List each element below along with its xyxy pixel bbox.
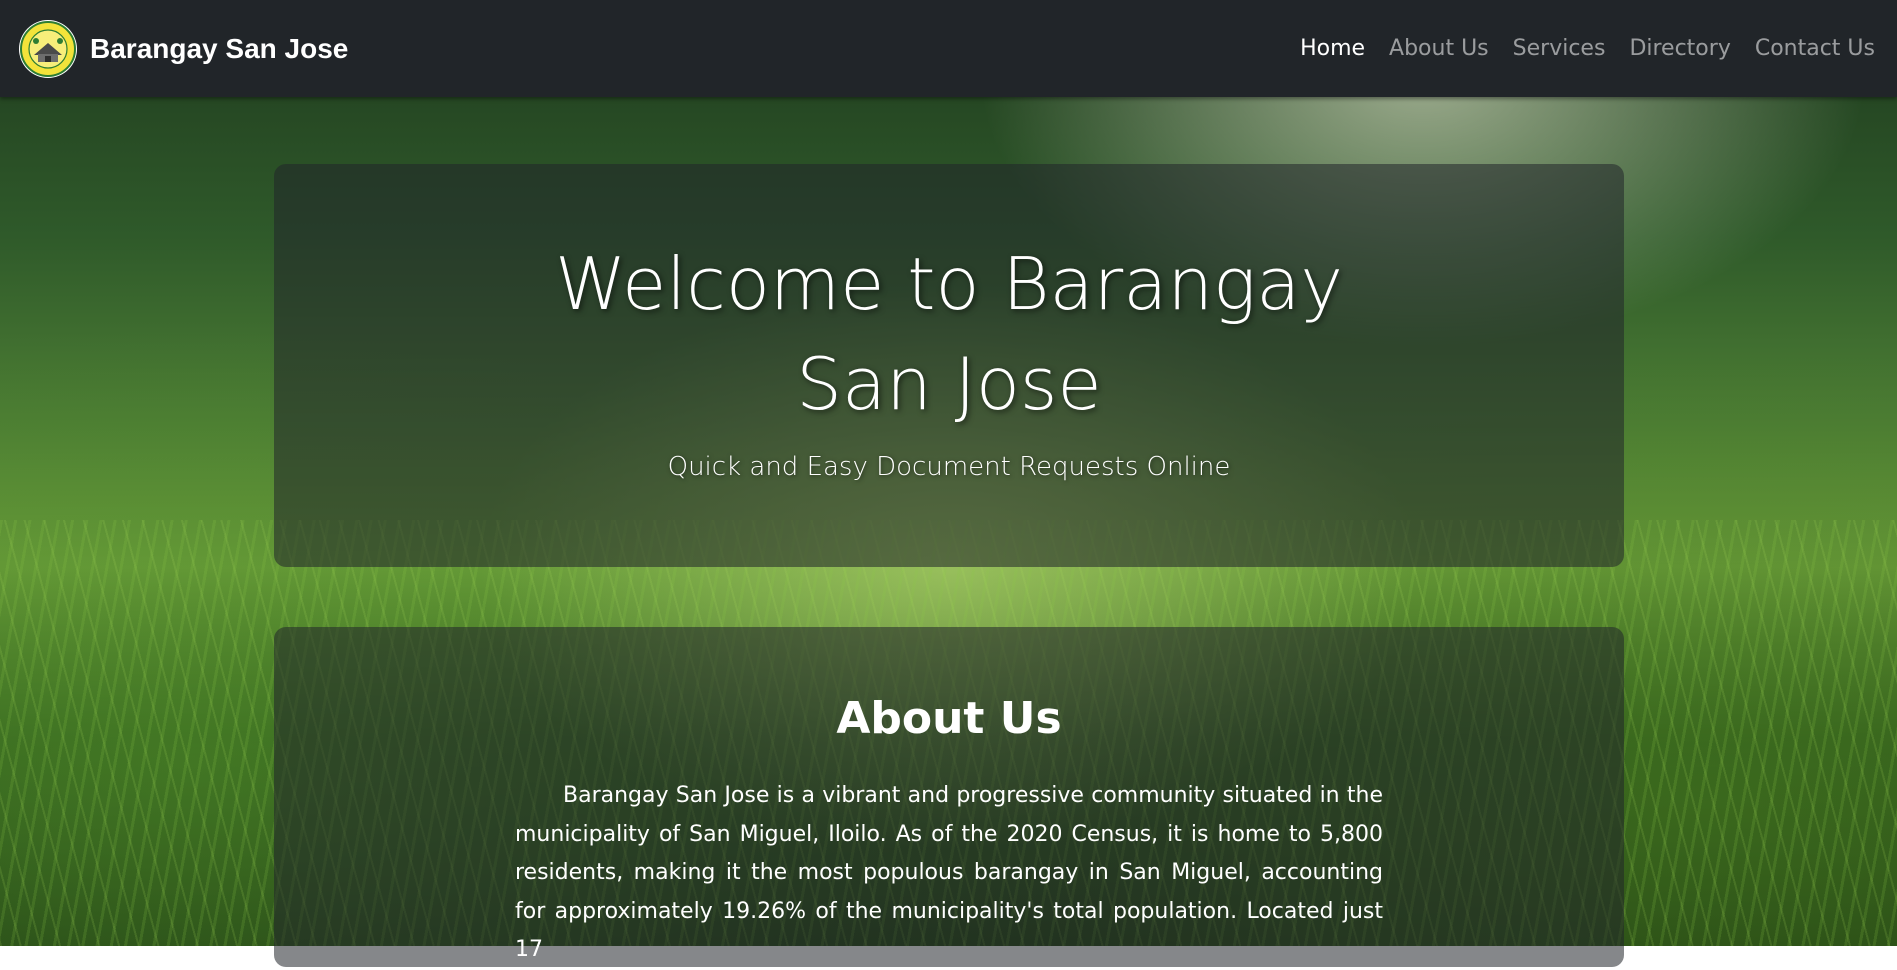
about-paragraph: Barangay San Jose is a vibrant and progr… [515, 783, 1383, 962]
nav-link-contact-us[interactable]: Contact Us [1755, 36, 1875, 61]
nav-link-home[interactable]: Home [1300, 36, 1365, 61]
hero-subtitle: Quick and Easy Document Requests Online [667, 452, 1231, 482]
nav-link-directory[interactable]: Directory [1629, 36, 1730, 61]
brand-name: Barangay San Jose [90, 32, 349, 64]
about-title: About Us [836, 693, 1062, 744]
nav-link-services[interactable]: Services [1513, 36, 1606, 61]
nav-links: Home About Us Services Directory Contact… [1300, 36, 1875, 61]
hero-title: Welcome to Barangay San Jose [555, 242, 1343, 426]
barangay-seal-logo [19, 19, 77, 78]
hero-panel: Welcome to Barangay San Jose Quick and E… [274, 164, 1624, 567]
nav-link-about-us[interactable]: About Us [1389, 36, 1489, 61]
brand[interactable]: Barangay San Jose [18, 19, 348, 79]
about-panel: About Us Barangay San Jose is a vibrant … [274, 627, 1624, 967]
navbar: Barangay San Jose Home About Us Services… [0, 0, 1897, 97]
